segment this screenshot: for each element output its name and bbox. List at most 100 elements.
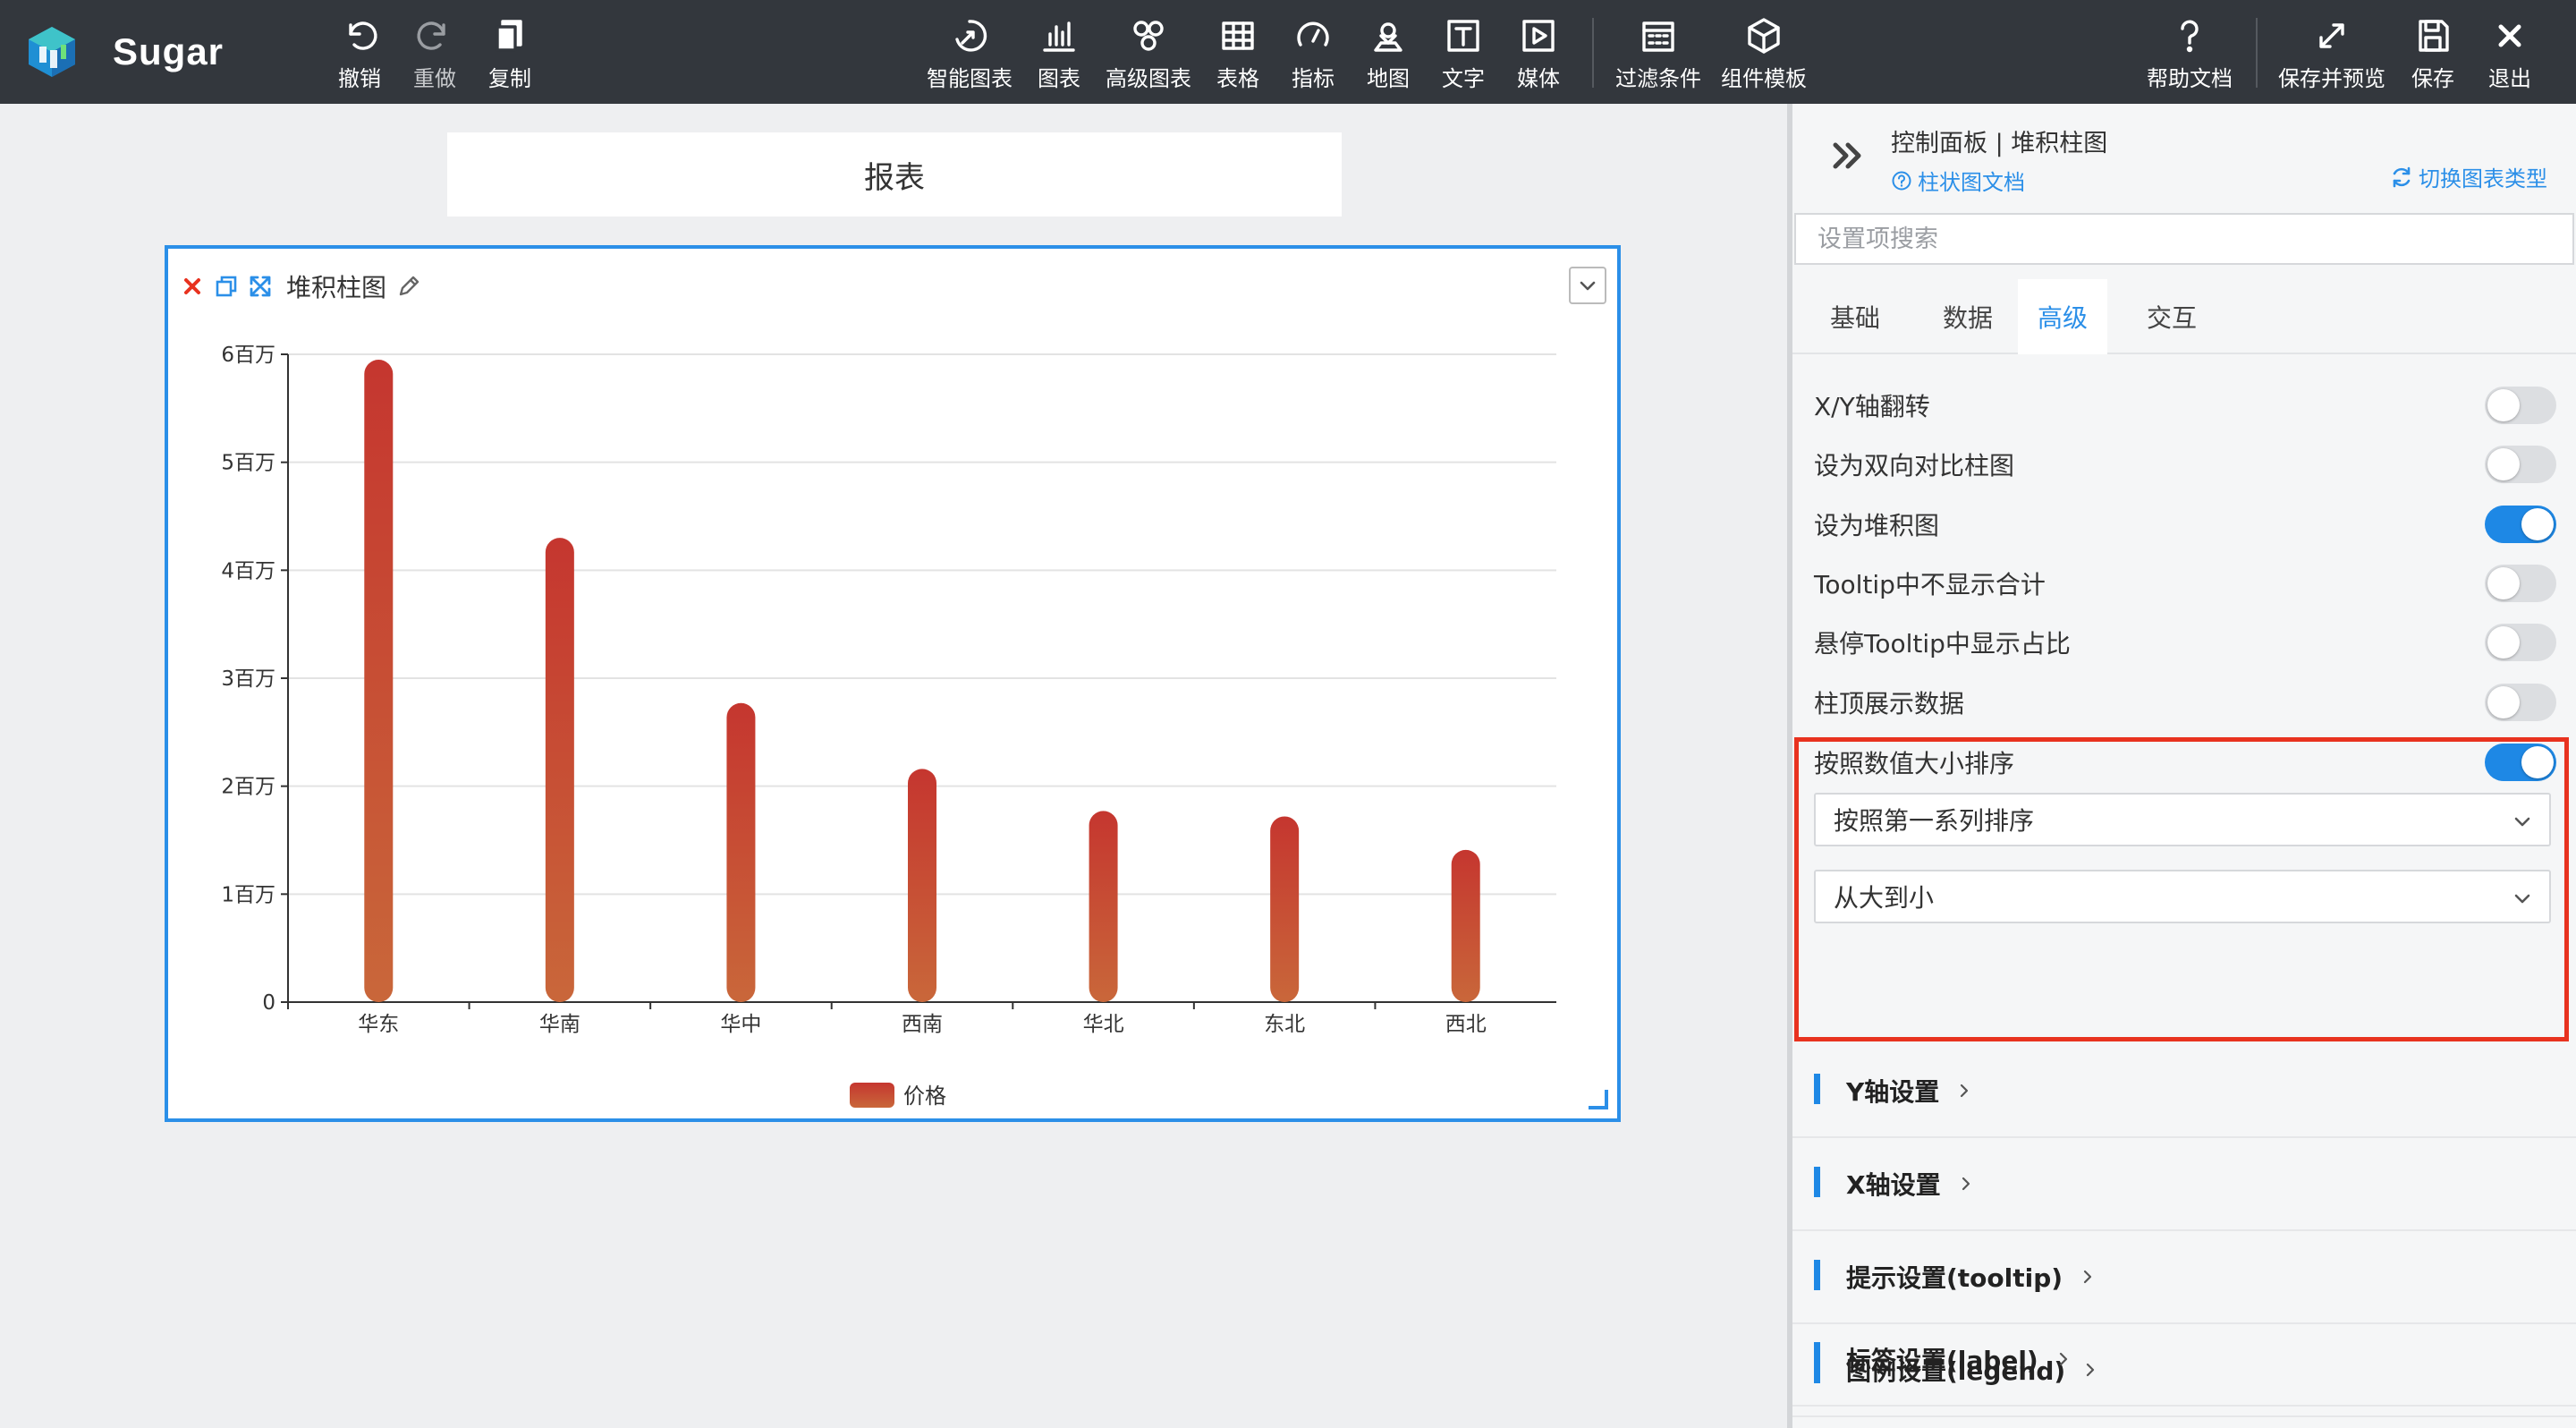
setting-label: 悬停Tooltip中显示占比 <box>1814 629 2071 659</box>
section-label-settings-partial[interactable] <box>1792 1417 2576 1428</box>
map-pin-icon <box>1374 22 1402 52</box>
legend-label[interactable]: 价格 <box>903 1084 946 1109</box>
bar[interactable] <box>726 702 756 1002</box>
setting-row: Tooltip中不显示合计 <box>1814 558 2556 608</box>
section-marker <box>1814 1167 1820 1197</box>
control-panel: 控制面板 | 堆积柱图 柱状图文档 切换图表类型 基础 数据 高级 交互 X/Y… <box>1792 104 2576 1428</box>
settings-tabs: 基础 数据 高级 交互 <box>1792 279 2576 354</box>
section-x-axis[interactable]: X轴设置 <box>1792 1138 2576 1231</box>
chart-card[interactable]: 堆积柱图 0 1百万 2百万 3百万 4百万 5百万 6百万 华东 华南 华中 西南 华北 东北 西北 … <box>165 245 1621 1122</box>
tab-advanced[interactable]: 高级 <box>2018 279 2107 354</box>
chart-legend[interactable]: 价格 <box>850 1083 946 1109</box>
help-circle-icon <box>1892 171 1911 190</box>
setting-toggle[interactable] <box>2485 387 2556 424</box>
toolbar-divider <box>1592 18 1594 88</box>
bar[interactable] <box>364 360 394 1002</box>
media-button[interactable]: 媒体 <box>1513 16 1563 93</box>
setting-row: 设为双向对比柱图 <box>1814 439 2556 489</box>
bar-chart: 0 1百万 2百万 3百万 4百万 5百万 6百万 华东 华南 华中 西南 华北 东北 西北 价格 <box>221 344 1556 1109</box>
redo-button[interactable]: 重做 <box>408 16 462 93</box>
resize-handle[interactable] <box>1589 1090 1608 1109</box>
section-y-axis[interactable]: Y轴设置 <box>1792 1045 2576 1138</box>
legend-swatch[interactable] <box>850 1083 894 1108</box>
x-tick-label: 华中 <box>720 1013 761 1036</box>
setting-row: 设为堆积图 <box>1814 499 2556 549</box>
tab-basic[interactable]: 基础 <box>1792 279 1918 354</box>
bar[interactable] <box>545 538 574 1002</box>
text-button[interactable]: 文字 <box>1438 16 1488 93</box>
x-tick-label: 华北 <box>1083 1013 1124 1036</box>
metric-button[interactable]: 指标 <box>1288 16 1338 93</box>
undo-icon <box>349 21 377 50</box>
sort-series-select[interactable]: 按照第一系列排序 <box>1814 793 2551 846</box>
chevron-right-icon <box>2059 1352 2067 1366</box>
report-title[interactable]: 报表 <box>447 132 1342 217</box>
switch-chart-type-link[interactable]: 切换图表类型 <box>2390 161 2547 192</box>
setting-toggle[interactable] <box>2485 446 2556 483</box>
setting-label: 设为堆积图 <box>1814 511 1940 540</box>
chevron-right-icon <box>1962 1177 1970 1191</box>
smart-chart-button[interactable]: 智能图表 <box>925 16 1014 93</box>
x-tick-label: 西南 <box>902 1013 943 1036</box>
cube-icon <box>1748 18 1780 54</box>
setting-label: Tooltip中不显示合计 <box>1814 570 2046 599</box>
double-chevron-right-icon[interactable] <box>1828 136 1868 175</box>
setting-toggle[interactable] <box>2485 506 2556 543</box>
sort-order-select[interactable]: 从大到小 <box>1814 870 2551 923</box>
setting-label: 设为双向对比柱图 <box>1814 451 2015 480</box>
bar-chart-icon <box>1043 21 1075 52</box>
undo-button[interactable]: 撤销 <box>333 16 386 93</box>
bar[interactable] <box>1089 811 1118 1002</box>
help-button[interactable]: 帮助文档 <box>2145 16 2234 93</box>
bar[interactable] <box>1451 849 1480 1002</box>
bar[interactable] <box>908 769 936 1002</box>
y-tick-label: 0 <box>262 991 275 1015</box>
y-tick-label: 5百万 <box>221 452 275 475</box>
table-icon <box>1222 21 1254 50</box>
table-button[interactable]: 表格 <box>1213 16 1263 93</box>
map-button[interactable]: 地图 <box>1363 16 1413 93</box>
setting-row: 悬停Tooltip中显示占比 <box>1814 617 2556 667</box>
refresh-icon <box>2393 166 2411 187</box>
chevron-down-icon <box>2514 817 2530 827</box>
x-tick-label: 东北 <box>1264 1013 1305 1036</box>
y-tick-label: 4百万 <box>221 559 275 582</box>
section-marker <box>1814 1074 1820 1104</box>
setting-toggle[interactable] <box>2485 624 2556 661</box>
save-and-preview-button[interactable]: 保存并预览 <box>2277 16 2386 93</box>
x-tick-label: 华南 <box>539 1013 580 1036</box>
chart-button[interactable]: 图表 <box>1034 16 1084 93</box>
exit-button[interactable]: 退出 <box>2483 16 2537 93</box>
close-icon <box>2498 24 2521 47</box>
setting-toggle[interactable] <box>2485 684 2556 721</box>
setting-row: X/Y轴翻转 <box>1814 380 2556 430</box>
advanced-chart-button[interactable]: 高级图表 <box>1104 16 1193 93</box>
filter-button[interactable]: 过滤条件 <box>1614 16 1703 93</box>
tab-interaction[interactable]: 交互 <box>2118 279 2225 354</box>
expand-icon <box>2319 23 2344 48</box>
x-tick-label: 华东 <box>358 1013 399 1036</box>
tab-data[interactable]: 数据 <box>1905 279 2030 354</box>
save-button[interactable]: 保存 <box>2406 16 2460 93</box>
x-axis-ticks: 华东 华南 华中 西南 华北 东北 西北 <box>287 1002 1487 1036</box>
setting-toggle[interactable] <box>2485 565 2556 602</box>
top-toolbar: Sugar 撤销 重做 复制 智能图表 图表 高级图表 表格 指标 地图 文字 <box>0 0 2576 104</box>
smart-chart-icon <box>955 20 987 52</box>
brand: Sugar <box>23 20 224 84</box>
copy-button[interactable]: 复制 <box>483 16 537 93</box>
app-name: Sugar <box>113 30 225 72</box>
bar[interactable] <box>1270 816 1300 1002</box>
section-tooltip[interactable]: 提示设置(tooltip) <box>1792 1231 2576 1324</box>
bar-chart-doc-link[interactable]: 柱状图文档 <box>1891 165 2025 196</box>
section-label[interactable]: 标签设置(label) <box>1792 1313 2576 1407</box>
advanced-chart-icon <box>1133 21 1164 51</box>
calendar-filter-icon <box>1642 21 1674 52</box>
y-tick-label: 2百万 <box>221 776 275 799</box>
component-template-button[interactable]: 组件模板 <box>1719 16 1809 93</box>
toolbar-divider <box>2256 18 2258 88</box>
settings-search-input[interactable] <box>1794 213 2574 265</box>
control-panel-title: 控制面板 | 堆积柱图 <box>1891 130 2108 157</box>
chart-bars <box>364 360 1480 1002</box>
redo-icon <box>417 21 445 50</box>
setting-row: 柱顶展示数据 <box>1814 677 2556 727</box>
